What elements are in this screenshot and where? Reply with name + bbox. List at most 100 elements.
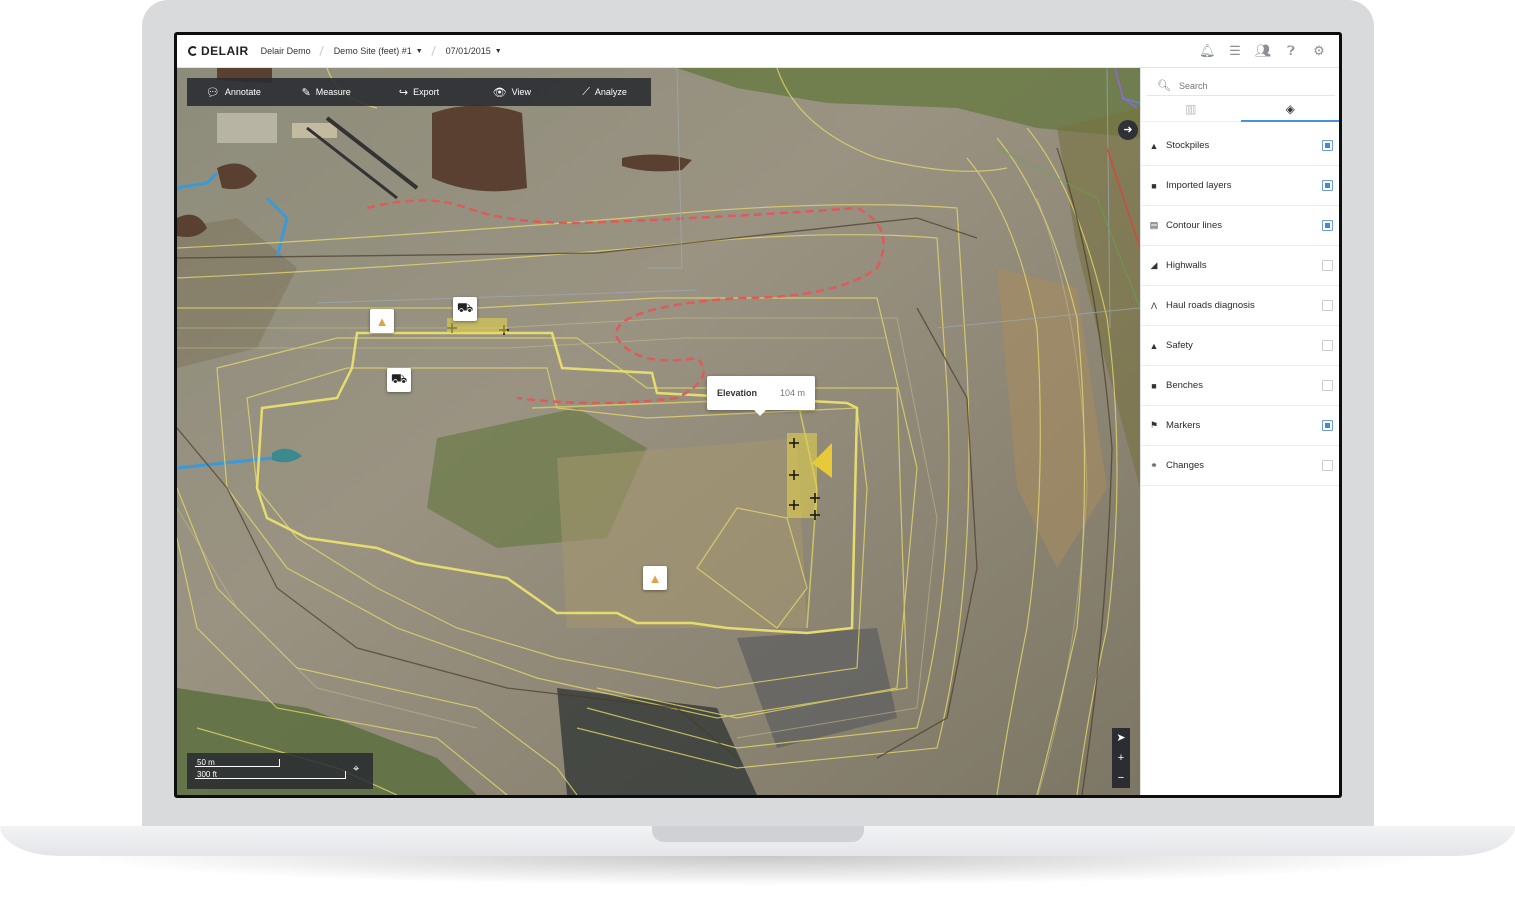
measure-label: Measure — [315, 87, 351, 97]
layer-checkbox[interactable] — [1322, 420, 1333, 431]
caret-down-icon: ▼ — [415, 47, 423, 55]
layers-panel: 🔍︎ ▥ ◈ ▲ Stockpiles ■ Imported layers ▤ … — [1140, 68, 1339, 795]
cone-icon: ▲ — [1149, 340, 1159, 351]
export-label: Export — [413, 87, 440, 97]
layer-changes[interactable]: ⚭ Changes — [1141, 446, 1339, 486]
layer-label: Imported layers — [1166, 180, 1232, 191]
breadcrumb-separator — [319, 46, 324, 56]
gear-icon[interactable]: ⚙ — [1311, 43, 1327, 59]
breadcrumb-project[interactable]: Delair Demo — [261, 46, 311, 56]
stockpile-icon: ▲ — [648, 570, 662, 586]
layer-stockpiles[interactable]: ▲ Stockpiles — [1141, 126, 1339, 166]
layer-checkbox[interactable] — [1322, 460, 1333, 471]
layer-checkbox[interactable] — [1322, 140, 1333, 151]
logo-text: DELAIR — [201, 44, 249, 58]
equipment-marker[interactable]: ⛟ — [453, 297, 477, 321]
panel-tabs: ▥ ◈ — [1141, 98, 1339, 122]
zoom-controls: ➤ + − — [1112, 728, 1130, 788]
layer-haul-roads-diagnosis[interactable]: Ʌ Haul roads diagnosis — [1141, 286, 1339, 326]
aerial-map — [177, 68, 1140, 795]
export-button[interactable]: ↪ Export — [373, 86, 466, 99]
view-button[interactable]: 👁︎ View — [465, 86, 558, 99]
road-icon: Ʌ — [1150, 300, 1157, 311]
contour-icon: ▤ — [1149, 220, 1159, 230]
layer-label: Haul roads diagnosis — [1166, 300, 1255, 311]
layer-label: Contour lines — [1166, 220, 1222, 231]
share-arrow-icon: ↪ — [398, 86, 409, 99]
elevation-tooltip: Elevation 104 m — [707, 376, 815, 416]
search-input[interactable] — [1178, 80, 1319, 91]
bulldozer-icon: ⛟ — [456, 300, 474, 315]
pencil-icon: ✎ — [301, 86, 311, 99]
location-pin-icon[interactable]: ⌖ — [353, 763, 359, 776]
layer-checkbox[interactable] — [1322, 220, 1333, 231]
header-actions: 🔔︎ ☰ 👥︎ ❓︎ ⚙ — [1199, 43, 1327, 59]
marker-icon: ⚑ — [1149, 420, 1159, 430]
layer-label: Benches — [1166, 380, 1203, 391]
layer-label: Stockpiles — [1166, 140, 1210, 151]
folder-icon: ■ — [1151, 180, 1157, 191]
zoom-in-button[interactable]: + — [1118, 748, 1124, 768]
layer-list: ▲ Stockpiles ■ Imported layers ▤ Contour… — [1141, 126, 1339, 486]
date-dropdown[interactable]: 07/01/2015 ▼ — [446, 46, 502, 56]
stockpile-marker[interactable]: ▲ — [643, 566, 667, 590]
help-icon[interactable]: ❓︎ — [1283, 43, 1299, 59]
stockpile-icon: ▲ — [1149, 140, 1159, 151]
scale-tick — [345, 771, 346, 779]
layer-markers[interactable]: ⚑ Markers — [1141, 406, 1339, 446]
scale-line-metric — [195, 766, 279, 767]
layer-checkbox[interactable] — [1322, 340, 1333, 351]
layer-checkbox[interactable] — [1322, 180, 1333, 191]
site-dropdown[interactable]: Demo Site (feet) #1 ▼ — [334, 46, 423, 56]
tooltip-value: 104 m — [779, 388, 805, 398]
stockpile-marker[interactable]: ▲ — [370, 309, 394, 333]
layer-contour-lines[interactable]: ▤ Contour lines — [1141, 206, 1339, 246]
scale-bar: 50 m 300 ft ⌖ — [187, 753, 373, 789]
equipment-marker[interactable]: ⛟ — [387, 368, 411, 392]
excavator-icon: ⛟ — [390, 371, 408, 386]
annotate-button[interactable]: 💬︎ Annotate — [187, 86, 280, 99]
layer-highwalls[interactable]: ◢ Highwalls — [1141, 246, 1339, 286]
delair-logo[interactable]: DELAIR — [188, 44, 249, 58]
layer-label: Highwalls — [1166, 260, 1207, 271]
measure-button[interactable]: ✎ Measure — [280, 86, 373, 99]
analyze-label: Analyze — [594, 87, 627, 97]
layer-benches[interactable]: ■ Benches — [1141, 366, 1339, 406]
top-bar: DELAIR Delair Demo Demo Site (feet) #1 ▼… — [177, 35, 1339, 68]
folder-icon: ■ — [1151, 380, 1157, 391]
map-view[interactable]: 💬︎ Annotate ✎ Measure ↪ Export 👁︎ View ⟋… — [177, 68, 1140, 795]
layer-label: Markers — [1166, 420, 1201, 431]
caret-down-icon: ▼ — [494, 47, 502, 55]
layer-checkbox[interactable] — [1322, 300, 1333, 311]
map-toolbar: 💬︎ Annotate ✎ Measure ↪ Export 👁︎ View ⟋… — [187, 78, 651, 106]
annotate-label: Annotate — [224, 87, 261, 97]
layer-safety[interactable]: ▲ Safety — [1141, 326, 1339, 366]
analyze-button[interactable]: ⟋ Analyze — [558, 86, 651, 99]
speech-bubble-icon: 💬︎ — [205, 86, 220, 99]
eye-icon: 👁︎ — [492, 86, 507, 99]
list-icon[interactable]: ☰ — [1227, 43, 1243, 59]
arrow-right-icon: ➜ — [1123, 124, 1133, 136]
layer-checkbox[interactable] — [1322, 380, 1333, 391]
search-icon: 🔍︎ — [1157, 80, 1171, 92]
layers-icon: ◈ — [1285, 102, 1295, 116]
tab-map[interactable]: ▥ — [1141, 98, 1241, 122]
zoom-out-button[interactable]: − — [1118, 768, 1124, 788]
trend-line-icon: ⟋ — [582, 85, 590, 98]
locate-icon[interactable]: ➤ — [1116, 728, 1125, 748]
tooltip-label: Elevation — [717, 388, 758, 398]
scale-line-imperial — [195, 778, 345, 779]
scale-tick — [279, 759, 280, 767]
breadcrumb-separator — [430, 46, 436, 56]
highwall-icon: ◢ — [1150, 260, 1158, 270]
layer-checkbox[interactable] — [1322, 260, 1333, 271]
collapse-panel-button[interactable]: ➜ — [1118, 120, 1138, 140]
bell-icon[interactable]: 🔔︎ — [1199, 43, 1216, 59]
changes-icon: ⚭ — [1150, 460, 1158, 470]
laptop-notch — [652, 826, 864, 842]
users-icon[interactable]: 👥︎ — [1255, 43, 1272, 59]
map-icon: ▥ — [1185, 102, 1197, 116]
layer-imported-layers[interactable]: ■ Imported layers — [1141, 166, 1339, 206]
view-label: View — [511, 87, 531, 97]
tab-layers[interactable]: ◈ — [1240, 98, 1339, 122]
